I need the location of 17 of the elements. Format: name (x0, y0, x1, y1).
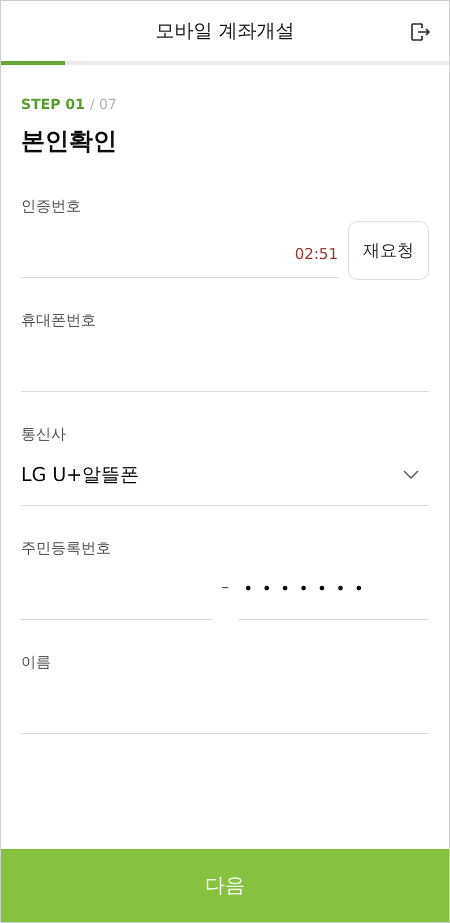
chevron-down-icon (403, 470, 419, 479)
input-field[interactable]: 02:51 (21, 216, 338, 278)
field-label: 휴대폰번호 (21, 311, 97, 330)
page-title: 본인확인 (21, 126, 118, 157)
step-number: STEP 01 (21, 97, 85, 113)
select-field[interactable]: LG U+알뜰폰 (21, 444, 429, 506)
field-label: 인증번호 (21, 197, 82, 216)
field-label: 주민등록번호 (21, 539, 112, 558)
countdown-timer: 02:51 (294, 244, 338, 262)
exit-icon[interactable] (409, 21, 431, 43)
header-title: 모바일 계좌개설 (155, 19, 295, 44)
field-label: 통신사 (21, 425, 67, 444)
field-label: 이름 (21, 653, 52, 672)
resend-button[interactable]: 재요청 (348, 221, 429, 280)
step-total: / 07 (90, 97, 117, 113)
separator-text: – (220, 577, 230, 598)
input-field[interactable]: ••••••• (238, 558, 429, 620)
